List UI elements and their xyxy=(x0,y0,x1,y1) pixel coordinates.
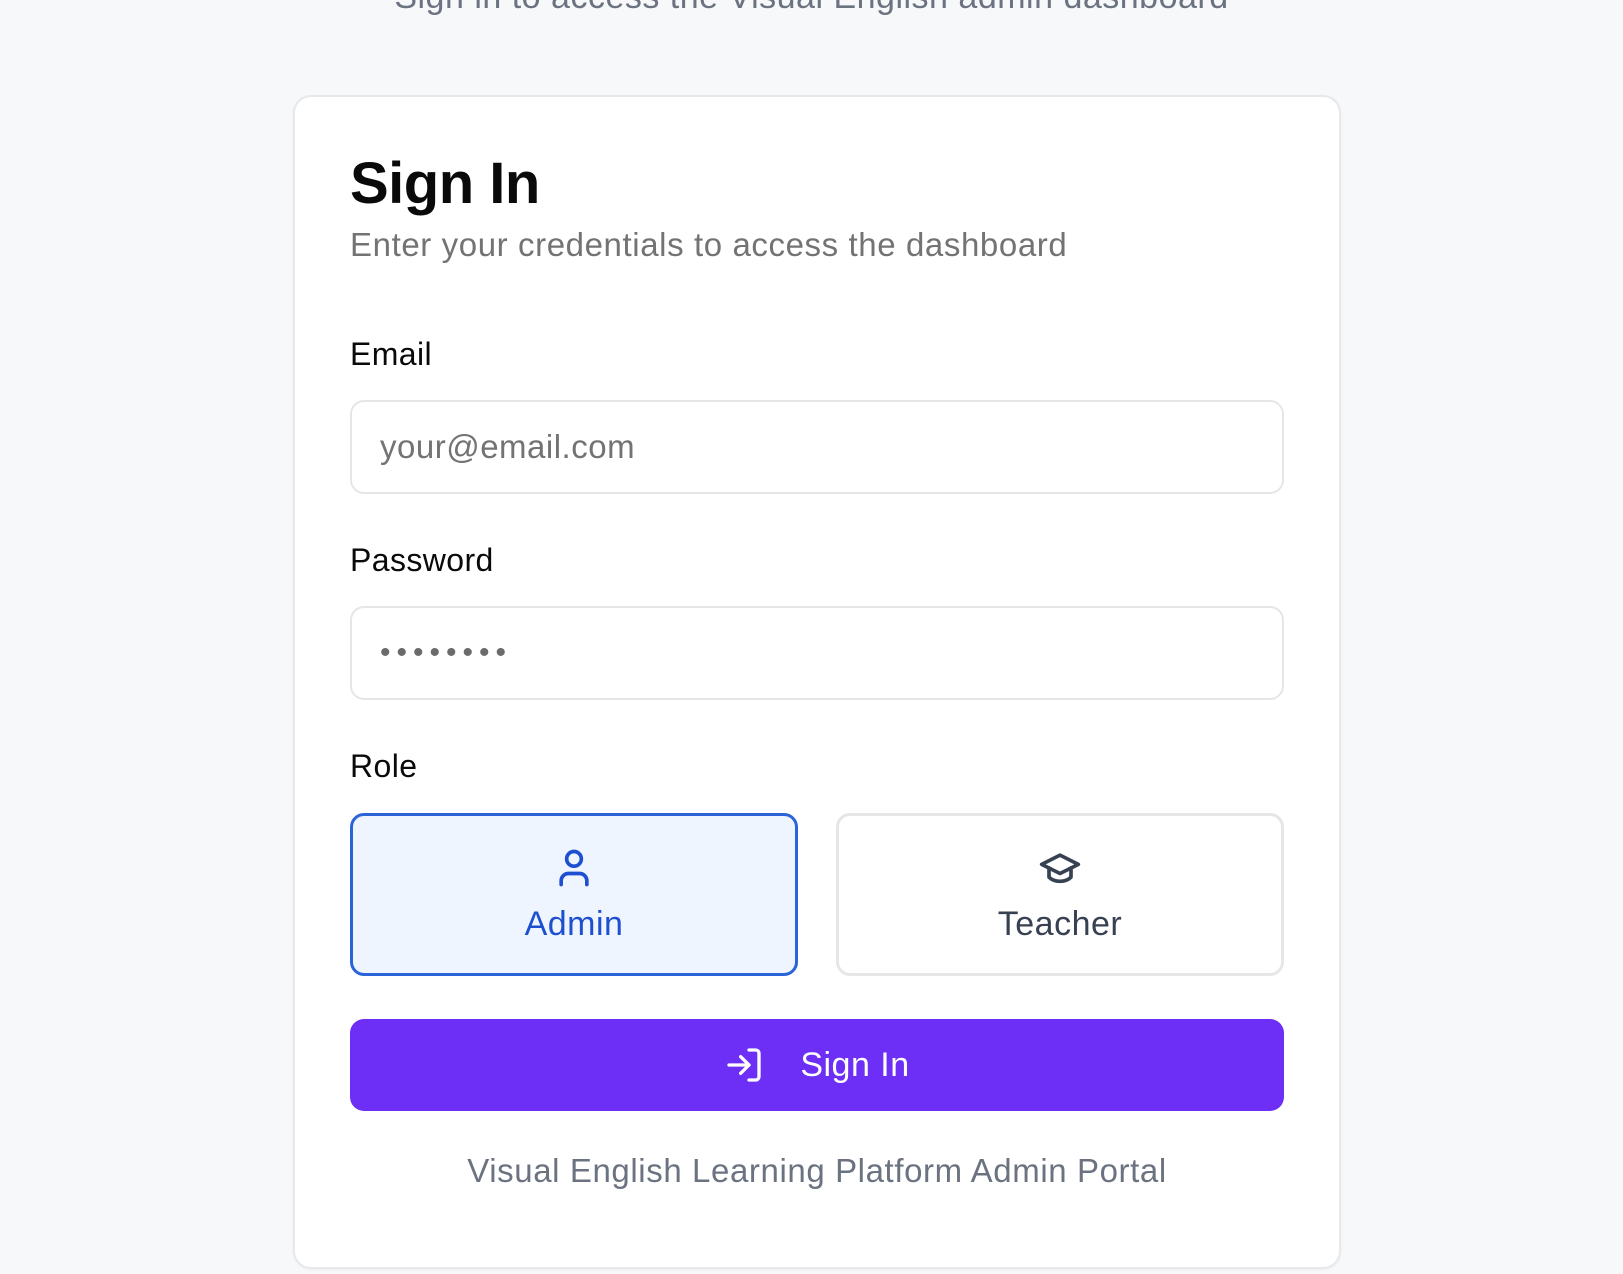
email-field[interactable] xyxy=(350,400,1284,494)
role-label: Role xyxy=(350,748,418,784)
role-option-teacher[interactable]: Teacher xyxy=(836,813,1284,976)
user-icon xyxy=(559,849,589,887)
email-label: Email xyxy=(350,336,433,372)
password-label: Password xyxy=(350,542,494,578)
sign-in-button[interactable]: Sign In xyxy=(350,1019,1284,1111)
sign-in-card: Sign In Enter your credentials to access… xyxy=(293,95,1341,1269)
footer-text: Visual English Learning Platform Admin P… xyxy=(467,1152,1167,1189)
role-option-admin[interactable]: Admin xyxy=(350,813,798,976)
role-option-label: Teacher xyxy=(997,905,1123,943)
graduation-cap-icon xyxy=(1039,853,1081,884)
card-description: Enter your credentials to access the das… xyxy=(350,226,1068,263)
sign-in-button-label: Sign In xyxy=(800,1045,910,1084)
page-subtitle: Sign in to access the Visual English adm… xyxy=(0,0,1623,17)
log-in-icon xyxy=(727,1048,761,1082)
role-option-label: Admin xyxy=(524,905,624,943)
card-title: Sign In xyxy=(350,151,540,216)
password-field[interactable] xyxy=(350,606,1284,700)
